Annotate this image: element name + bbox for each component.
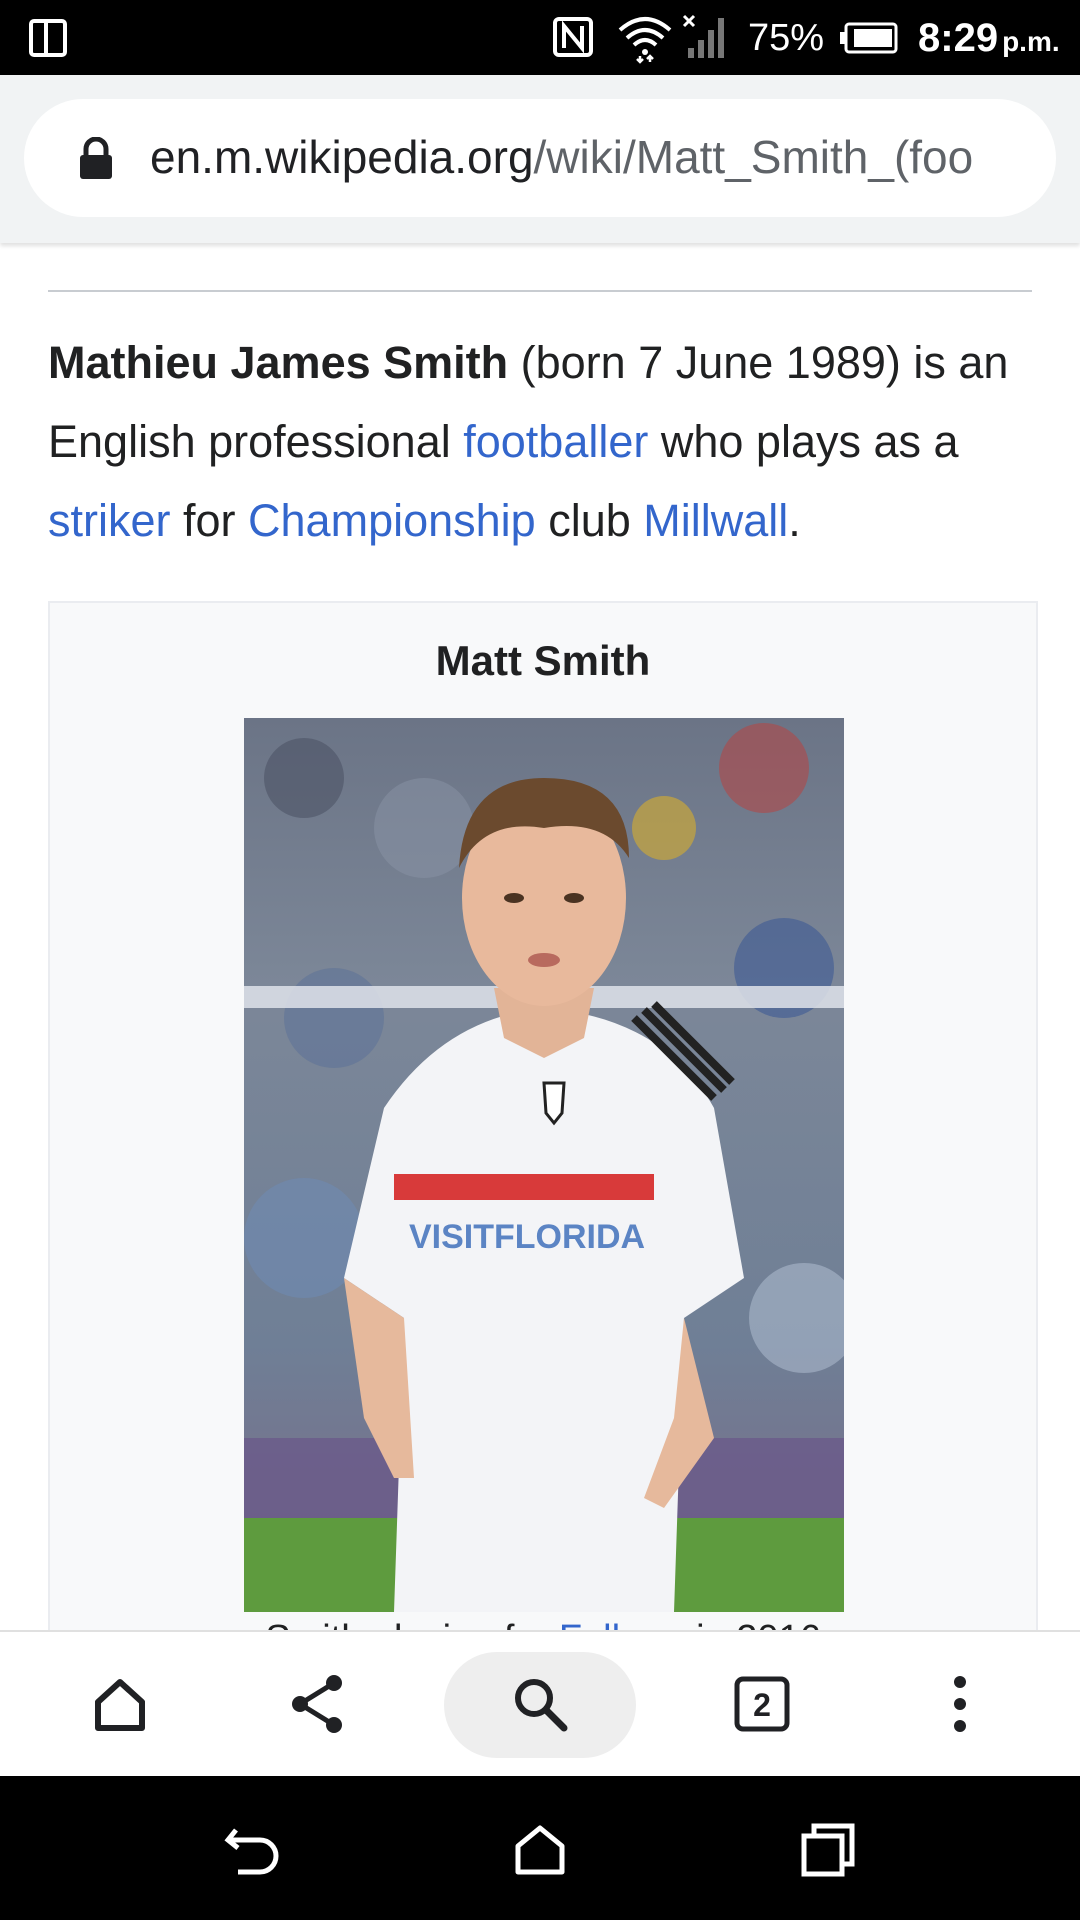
url-path: /wiki/Matt_Smith_(foo bbox=[533, 131, 974, 183]
infobox: Matt Smith VISITFLORIDA bbox=[48, 601, 1038, 1630]
lead-text-4: club bbox=[535, 495, 644, 546]
tabs-icon: 2 bbox=[734, 1676, 790, 1732]
link-striker[interactable]: striker bbox=[48, 495, 171, 546]
caption-text-2: in 2016 bbox=[686, 1618, 821, 1630]
back-icon bbox=[224, 1828, 279, 1875]
menu-button[interactable] bbox=[908, 1652, 1012, 1756]
lead-paragraph: Mathieu James Smith (born 7 June 1989) i… bbox=[48, 323, 1048, 560]
lead-text-3: for bbox=[170, 495, 249, 546]
battery-icon bbox=[840, 22, 898, 54]
lead-text-5: . bbox=[788, 495, 801, 546]
recents-icon bbox=[801, 1823, 855, 1877]
nav-home-icon bbox=[515, 1825, 565, 1875]
battery-percent: 75% bbox=[748, 17, 825, 59]
search-icon-wrap[interactable] bbox=[488, 1652, 592, 1756]
link-footballer[interactable]: footballer bbox=[463, 416, 648, 467]
nfc-icon bbox=[553, 17, 593, 57]
lead-text-2: who plays as a bbox=[648, 416, 959, 467]
player-photo[interactable]: VISITFLORIDA bbox=[244, 718, 844, 1612]
page-content[interactable]: Mathieu James Smith (born 7 June 1989) i… bbox=[0, 243, 1080, 1630]
share-button[interactable] bbox=[266, 1652, 370, 1756]
section-divider bbox=[48, 290, 1032, 292]
bottom-toolbar: 2 bbox=[0, 1630, 1080, 1776]
caption-text-1: Smith playing for bbox=[265, 1618, 559, 1630]
search-icon bbox=[515, 1679, 568, 1732]
link-fulham[interactable]: Fulham bbox=[559, 1618, 686, 1630]
home-button[interactable] bbox=[68, 1652, 172, 1756]
share-icon bbox=[292, 1675, 342, 1733]
browser-toolbar: en.m.wikipedia.org/wiki/Matt_Smith_(foo bbox=[0, 75, 1080, 243]
wifi-icon bbox=[618, 17, 672, 64]
nav-home-button[interactable] bbox=[500, 1810, 580, 1890]
recents-button[interactable] bbox=[788, 1810, 868, 1890]
url-domain: en.m.wikipedia.org bbox=[150, 131, 534, 183]
clock: 8:29 p.m. bbox=[918, 14, 1060, 66]
tab-count: 2 bbox=[753, 1687, 771, 1723]
svg-text:VISITFLORIDA: VISITFLORIDA bbox=[409, 1218, 645, 1256]
link-championship[interactable]: Championship bbox=[248, 495, 536, 546]
tabs-button[interactable]: 2 bbox=[710, 1652, 814, 1756]
lock-icon[interactable] bbox=[76, 137, 116, 181]
url-text[interactable]: en.m.wikipedia.org/wiki/Matt_Smith_(foo bbox=[150, 129, 973, 185]
signal-icon bbox=[682, 14, 724, 58]
status-bar: 75% 8:29 p.m. bbox=[0, 0, 1080, 75]
clock-time: 8:29 bbox=[918, 16, 999, 60]
player-photo-image: VISITFLORIDA bbox=[244, 718, 844, 1612]
link-millwall[interactable]: Millwall bbox=[643, 495, 788, 546]
subject-name: Mathieu James Smith bbox=[48, 337, 509, 388]
back-button[interactable] bbox=[214, 1810, 294, 1890]
home-icon bbox=[95, 1679, 145, 1731]
screen-mirror-icon bbox=[29, 19, 67, 57]
infobox-title: Matt Smith bbox=[435, 637, 651, 684]
system-nav-bar bbox=[0, 1776, 1080, 1920]
clock-ampm: p.m. bbox=[1002, 26, 1060, 57]
photo-caption: Smith playing for Fulham in 2016 bbox=[50, 1618, 1036, 1630]
more-vert-icon bbox=[954, 1676, 966, 1732]
address-bar[interactable]: en.m.wikipedia.org/wiki/Matt_Smith_(foo bbox=[24, 99, 1056, 217]
